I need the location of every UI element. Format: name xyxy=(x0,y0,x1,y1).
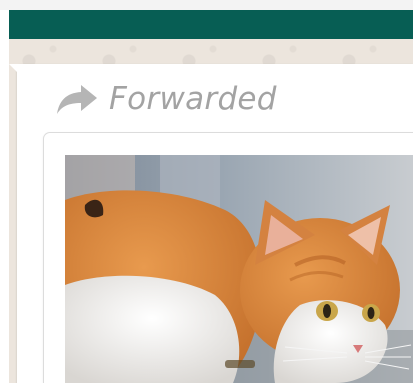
status-strip xyxy=(0,0,413,10)
forwarded-indicator: Forwarded xyxy=(55,76,277,122)
attached-photo[interactable] xyxy=(65,155,413,383)
forwarded-label: Forwarded xyxy=(109,80,277,117)
bubble-tail xyxy=(9,64,21,76)
chat-header xyxy=(9,10,413,39)
forward-arrow-icon xyxy=(57,85,97,114)
